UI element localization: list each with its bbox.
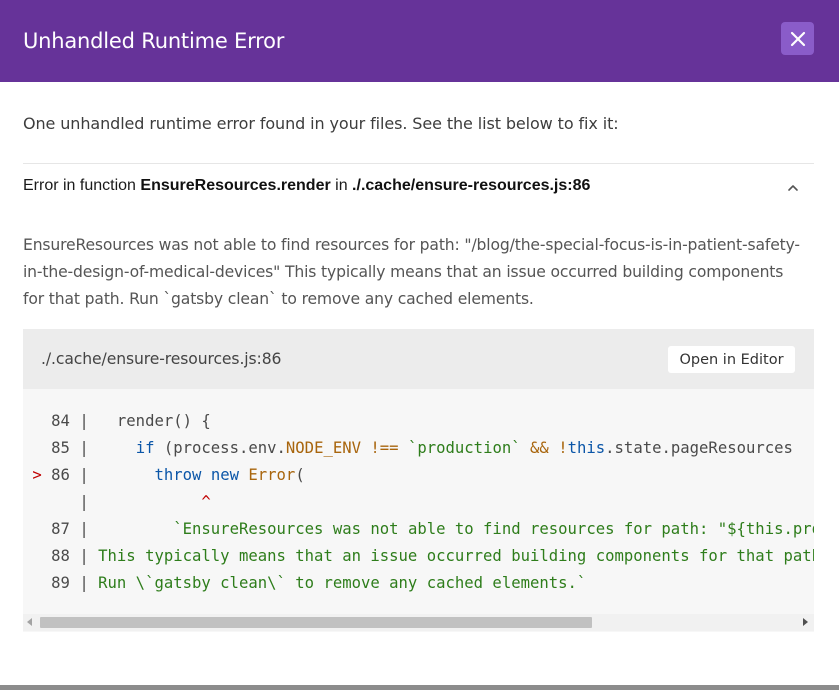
line-marker xyxy=(23,412,42,430)
line-number: 87 | xyxy=(41,520,99,538)
error-prefix: Error in function xyxy=(23,177,141,194)
error-overlay-header: Unhandled Runtime Error xyxy=(0,0,839,82)
code-frame-file: ./.cache/ensure-resources.js:86 xyxy=(41,350,282,368)
line-number: 85 | xyxy=(41,439,99,457)
scroll-right-arrow-icon[interactable] xyxy=(803,618,808,626)
code-listing: 84 | render() { 85 | if (process.env.NOD… xyxy=(23,408,814,613)
bottom-edge xyxy=(0,685,839,690)
close-button[interactable] xyxy=(781,22,814,55)
code-token: ! xyxy=(558,439,568,457)
code-token: `EnsureResources was not able to find re… xyxy=(173,520,814,538)
divider xyxy=(23,163,814,164)
code-token: Error xyxy=(248,466,296,484)
code-token: !== xyxy=(370,439,399,457)
code-token: render() { xyxy=(98,412,211,430)
line-number: 89 | xyxy=(41,574,99,592)
error-summary: One unhandled runtime error found in you… xyxy=(23,114,619,133)
code-token: Run \`gatsby clean\` to remove any cache… xyxy=(98,574,587,592)
line-marker xyxy=(23,493,42,511)
code-token: This typically means that an issue occur… xyxy=(98,547,814,565)
error-message: EnsureResources was not able to find res… xyxy=(23,236,800,308)
code-token: (process.env. xyxy=(154,439,286,457)
line-marker xyxy=(23,574,42,592)
line-marker xyxy=(23,547,42,565)
code-token: this xyxy=(567,439,606,457)
code-token: pageResources xyxy=(670,439,793,457)
scrollbar-thumb[interactable] xyxy=(40,617,592,628)
page-title: Unhandled Runtime Error xyxy=(23,29,285,53)
chevron-up-icon[interactable] xyxy=(786,181,800,195)
code-token: if xyxy=(135,439,155,457)
code-frame-header: ./.cache/ensure-resources.js:86 Open in … xyxy=(23,329,814,389)
open-in-editor-button[interactable]: Open in Editor xyxy=(668,346,795,373)
error-location: ./.cache/ensure-resources.js:86 xyxy=(352,177,591,194)
code-token: ( xyxy=(295,466,305,484)
line-number: 86 | xyxy=(41,466,99,484)
code-token: `production` xyxy=(407,439,521,457)
code-line: 84 | render() { xyxy=(23,408,211,435)
code-token: .state. xyxy=(605,439,671,457)
code-frame: ./.cache/ensure-resources.js:86 Open in … xyxy=(23,329,814,632)
line-marker xyxy=(23,520,42,538)
error-function: EnsureResources.render xyxy=(140,177,331,194)
horizontal-scrollbar[interactable] xyxy=(23,614,814,631)
code-token: throw xyxy=(154,466,202,484)
line-marker: > xyxy=(23,466,42,484)
code-token: ^ xyxy=(201,493,211,511)
code-line: 87 | `EnsureResources was not able to fi… xyxy=(23,516,814,543)
line-number: 88 | xyxy=(41,547,99,565)
code-line: 89 | Run \`gatsby clean\` to remove any … xyxy=(23,570,586,597)
error-middle: in xyxy=(330,177,353,194)
code-token: && xyxy=(530,439,549,457)
line-number: | xyxy=(41,493,99,511)
code-token: new xyxy=(210,466,239,484)
code-line: | ^ xyxy=(23,489,211,516)
close-icon xyxy=(790,31,805,46)
scroll-left-arrow-icon[interactable] xyxy=(27,618,32,626)
code-line: 85 | if (process.env.NODE_ENV !== `produ… xyxy=(23,435,793,462)
code-line: 88 | This typically means that an issue … xyxy=(23,543,814,570)
code-line: > 86 | throw new Error( xyxy=(23,462,305,489)
code-token: NODE_ENV xyxy=(285,439,362,457)
line-number: 84 | xyxy=(41,412,99,430)
error-accordion-header[interactable]: Error in function EnsureResources.render… xyxy=(23,177,814,199)
line-marker xyxy=(23,439,42,457)
